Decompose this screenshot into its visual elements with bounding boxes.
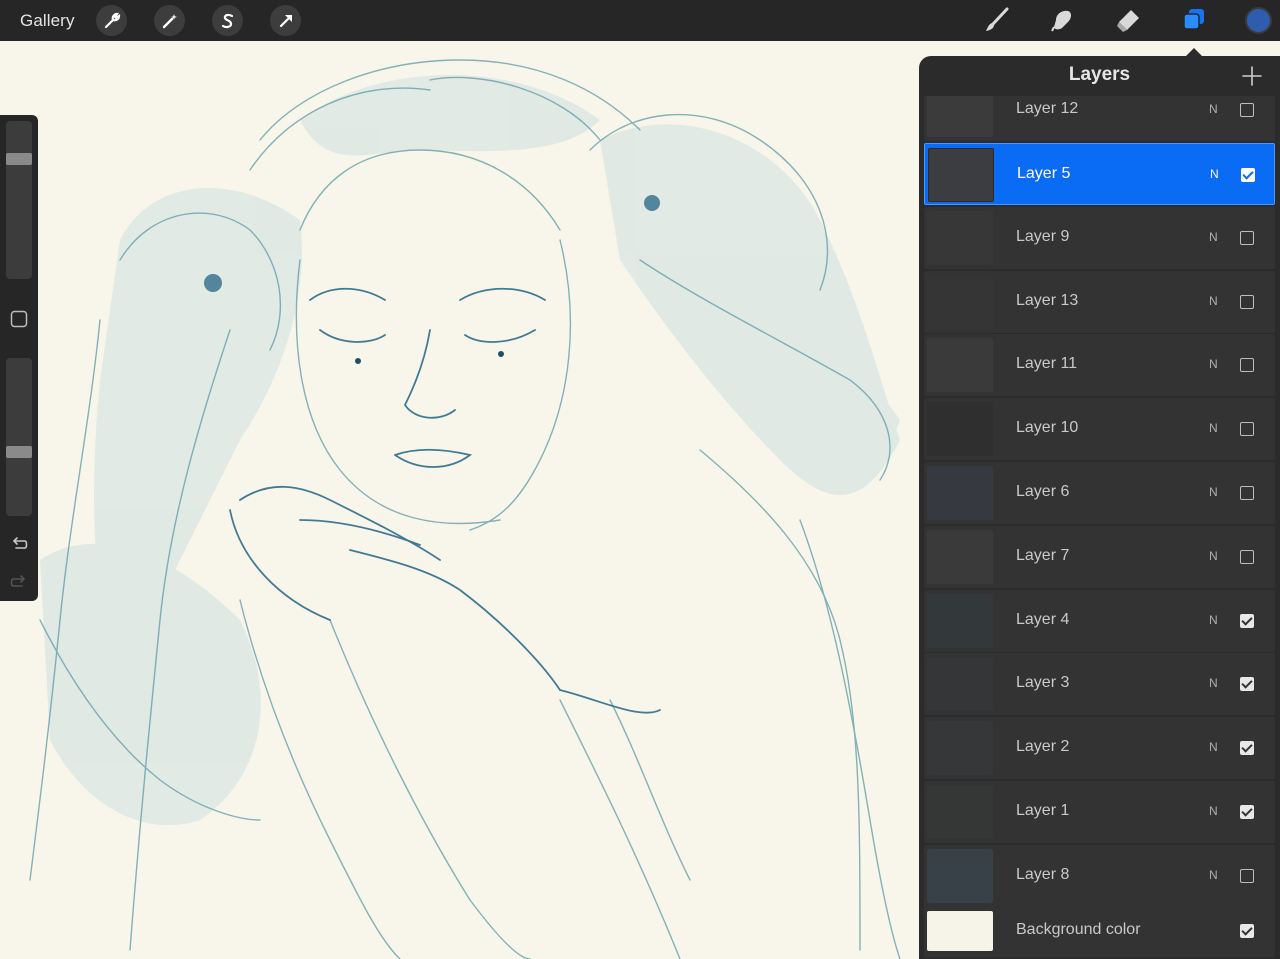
visibility-checkbox[interactable] xyxy=(1240,486,1254,500)
layer-row[interactable]: Layer 5 N xyxy=(924,143,1275,205)
layers-icon[interactable] xyxy=(1178,4,1210,36)
brush-size-slider[interactable] xyxy=(6,121,32,279)
blend-mode-button[interactable]: N xyxy=(1209,740,1218,754)
layer-thumbnail[interactable] xyxy=(928,148,994,202)
visibility-checkbox[interactable] xyxy=(1240,550,1254,564)
layer-thumbnail[interactable] xyxy=(927,275,993,329)
add-layer-button[interactable] xyxy=(1240,64,1264,88)
blend-mode-button[interactable]: N xyxy=(1209,357,1218,371)
transform-arrow-icon[interactable] xyxy=(270,5,301,36)
layer-thumbnail[interactable] xyxy=(927,785,993,839)
opacity-slider[interactable] xyxy=(6,358,32,516)
layer-thumbnail[interactable] xyxy=(927,338,993,392)
top-toolbar: Gallery xyxy=(0,0,1280,41)
layer-name: Layer 7 xyxy=(1016,547,1070,564)
blend-mode-button[interactable]: N xyxy=(1209,868,1218,882)
left-sidebar xyxy=(0,115,38,601)
layer-name: Layer 1 xyxy=(1016,802,1070,819)
color-swatch-button[interactable] xyxy=(1245,7,1272,34)
layer-thumbnail[interactable] xyxy=(927,594,993,648)
layer-name: Layer 4 xyxy=(1016,611,1070,628)
layer-name: Layer 5 xyxy=(1017,165,1071,182)
visibility-checkbox[interactable] xyxy=(1240,924,1254,938)
layer-name: Layer 11 xyxy=(1016,355,1078,372)
opacity-slider-thumb[interactable] xyxy=(6,446,32,458)
visibility-checkbox[interactable] xyxy=(1240,295,1254,309)
eraser-icon[interactable] xyxy=(1112,4,1144,36)
brush-icon[interactable] xyxy=(981,4,1013,36)
layer-thumbnail[interactable] xyxy=(927,721,993,775)
redo-icon[interactable] xyxy=(9,572,29,592)
layer-row[interactable]: Layer 11 N xyxy=(924,334,1275,396)
layer-name: Layer 9 xyxy=(1016,228,1070,245)
visibility-checkbox[interactable] xyxy=(1240,677,1254,691)
blend-mode-button[interactable]: N xyxy=(1209,230,1218,244)
modify-square-button[interactable] xyxy=(9,309,29,329)
blend-mode-button[interactable]: N xyxy=(1210,167,1219,181)
layer-name: Layer 12 xyxy=(1016,100,1079,117)
layer-row[interactable]: Layer 6 N xyxy=(924,462,1275,524)
layer-row[interactable]: Layer 2 N xyxy=(924,717,1275,779)
layer-name: Layer 6 xyxy=(1016,483,1070,500)
layer-thumbnail[interactable] xyxy=(927,466,993,520)
blend-mode-button[interactable]: N xyxy=(1209,421,1218,435)
actions-wrench-icon[interactable] xyxy=(96,5,127,36)
visibility-checkbox[interactable] xyxy=(1240,869,1254,883)
layer-name: Layer 13 xyxy=(1016,292,1079,309)
panel-title: Layers xyxy=(1068,64,1131,85)
visibility-checkbox[interactable] xyxy=(1241,168,1255,182)
layer-name: Layer 8 xyxy=(1016,866,1070,883)
layer-thumbnail[interactable] xyxy=(927,849,993,903)
layer-row[interactable]: Layer 3 N xyxy=(924,653,1275,715)
smudge-icon[interactable] xyxy=(1046,4,1078,36)
visibility-checkbox[interactable] xyxy=(1240,358,1254,372)
layer-row[interactable]: Layer 4 N xyxy=(924,590,1275,652)
layer-name: Layer 3 xyxy=(1016,674,1070,691)
blend-mode-button[interactable]: N xyxy=(1209,549,1218,563)
visibility-checkbox[interactable] xyxy=(1240,805,1254,819)
blend-mode-button[interactable]: N xyxy=(1209,485,1218,499)
layer-list: Layer 12 N Layer 5 N Layer 9 N Layer 13 N Layer … xyxy=(919,96,1280,959)
undo-icon[interactable] xyxy=(9,534,29,554)
layer-thumbnail[interactable] xyxy=(927,402,993,456)
brush-size-slider-thumb[interactable] xyxy=(6,153,32,165)
blend-mode-button[interactable]: N xyxy=(1209,613,1218,627)
layer-thumbnail[interactable] xyxy=(927,911,993,951)
blend-mode-button[interactable]: N xyxy=(1209,294,1218,308)
layer-name: Layer 2 xyxy=(1016,738,1070,755)
blend-mode-button[interactable]: N xyxy=(1209,102,1218,116)
plus-icon xyxy=(1242,66,1262,86)
visibility-checkbox[interactable] xyxy=(1240,231,1254,245)
layer-row[interactable]: Layer 10 N xyxy=(924,398,1275,460)
layer-thumbnail[interactable] xyxy=(927,657,993,711)
visibility-checkbox[interactable] xyxy=(1240,741,1254,755)
layer-name: Background color xyxy=(1016,921,1141,938)
layer-thumbnail[interactable] xyxy=(927,211,993,265)
selection-icon[interactable] xyxy=(212,5,243,36)
layer-row[interactable]: Layer 12 N xyxy=(924,96,1275,141)
adjustments-magic-wand-icon[interactable] xyxy=(154,5,185,36)
visibility-checkbox[interactable] xyxy=(1240,103,1254,117)
visibility-checkbox[interactable] xyxy=(1240,614,1254,628)
gallery-button[interactable]: Gallery xyxy=(20,11,75,31)
visibility-checkbox[interactable] xyxy=(1240,422,1254,436)
layer-row[interactable]: Layer 13 N xyxy=(924,271,1275,333)
layer-thumbnail[interactable] xyxy=(927,530,993,584)
layer-thumbnail[interactable] xyxy=(927,96,993,137)
procreate-app: Gallery Layers Layer 12 N Layer 5 N Laye… xyxy=(0,0,1280,959)
blend-mode-button[interactable]: N xyxy=(1209,676,1218,690)
blend-mode-button[interactable]: N xyxy=(1209,804,1218,818)
layer-row[interactable]: Layer 8 N xyxy=(924,845,1275,907)
layer-row[interactable]: Layer 1 N xyxy=(924,781,1275,843)
layer-row[interactable]: Background color xyxy=(924,905,1275,957)
layer-row[interactable]: Layer 9 N xyxy=(924,207,1275,269)
layer-row[interactable]: Layer 7 N xyxy=(924,526,1275,588)
layer-name: Layer 10 xyxy=(1016,419,1079,436)
